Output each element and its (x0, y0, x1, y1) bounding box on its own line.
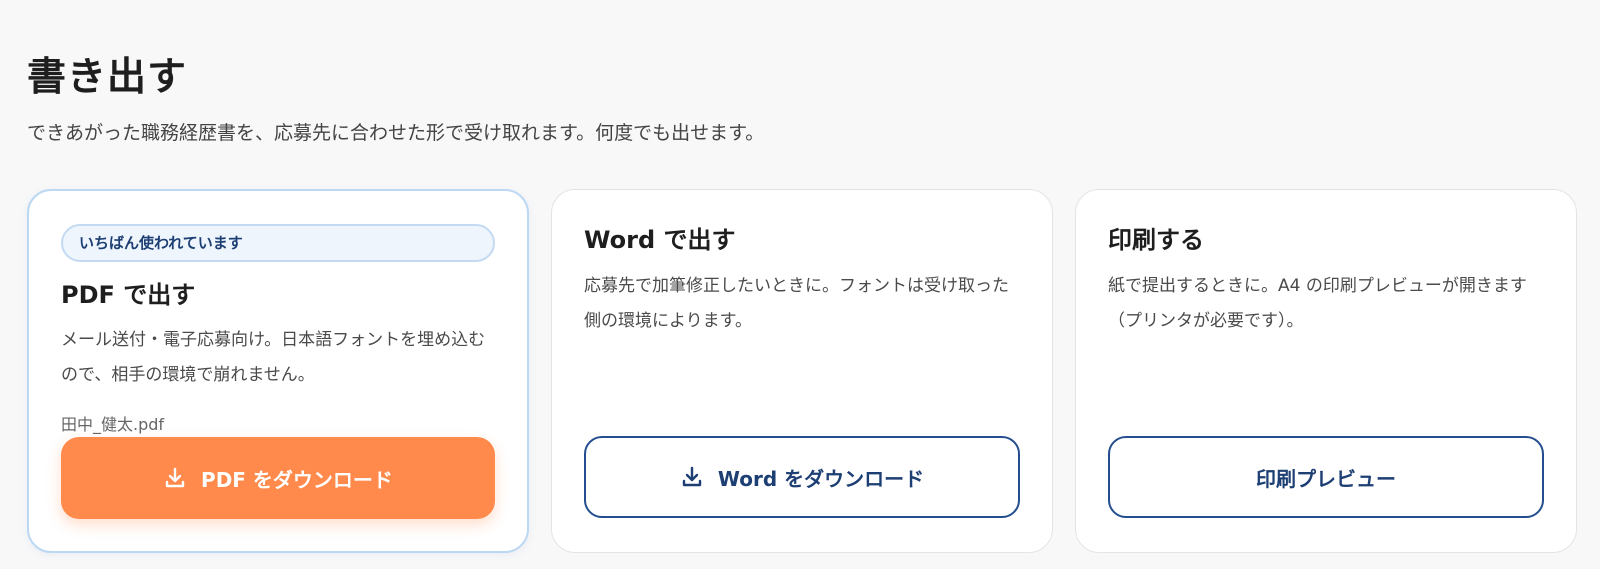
pdf-export-card: いちばん使われています PDF で出す メール送付・電子応募向け。日本語フォント… (27, 189, 529, 553)
word-download-button[interactable]: Word をダウンロード (584, 436, 1020, 518)
print-card-title: 印刷する (1108, 226, 1204, 254)
word-card-description: 応募先で加筆修正したいときに。フォントは受け取った側の環境によります。 (584, 276, 1009, 331)
page-subtitle: できあがった職務経歴書を、応募先に合わせた形で受け取れます。何度でも出せます。 (27, 122, 765, 144)
print-card: 印刷する 紙で提出するときに。A4 の印刷プレビューが開きます（プリンタが必要で… (1075, 189, 1577, 553)
page-title: 書き出す (27, 55, 188, 100)
word-card-title: Word で出す (584, 226, 736, 254)
pdf-card-title: PDF で出す (61, 281, 196, 309)
print-preview-button[interactable]: 印刷プレビュー (1108, 436, 1544, 518)
print-card-description: 紙で提出するときに。A4 の印刷プレビューが開きます（プリンタが必要です）。 (1108, 276, 1527, 331)
word-download-label: Word をダウンロード (717, 466, 925, 491)
export-options: いちばん使われています PDF で出す メール送付・電子応募向け。日本語フォント… (27, 189, 1577, 553)
pdf-card-description: メール送付・電子応募向け。日本語フォントを埋め込むので、相手の環境で崩れません。 (61, 330, 486, 385)
pdf-download-button[interactable]: PDF をダウンロード (61, 437, 495, 519)
print-preview-label: 印刷プレビュー (1256, 466, 1396, 491)
popular-badge: いちばん使われています (61, 224, 495, 262)
word-export-card: Word で出す 応募先で加筆修正したいときに。フォントは受け取った側の環境によ… (551, 189, 1053, 553)
pdf-download-label: PDF をダウンロード (201, 467, 393, 492)
download-icon (165, 467, 185, 488)
export-page: 書き出す できあがった職務経歴書を、応募先に合わせた形で受け取れます。何度でも出… (0, 0, 1600, 569)
download-icon (682, 466, 702, 487)
pdf-filename: 田中_健太.pdf (61, 415, 165, 434)
